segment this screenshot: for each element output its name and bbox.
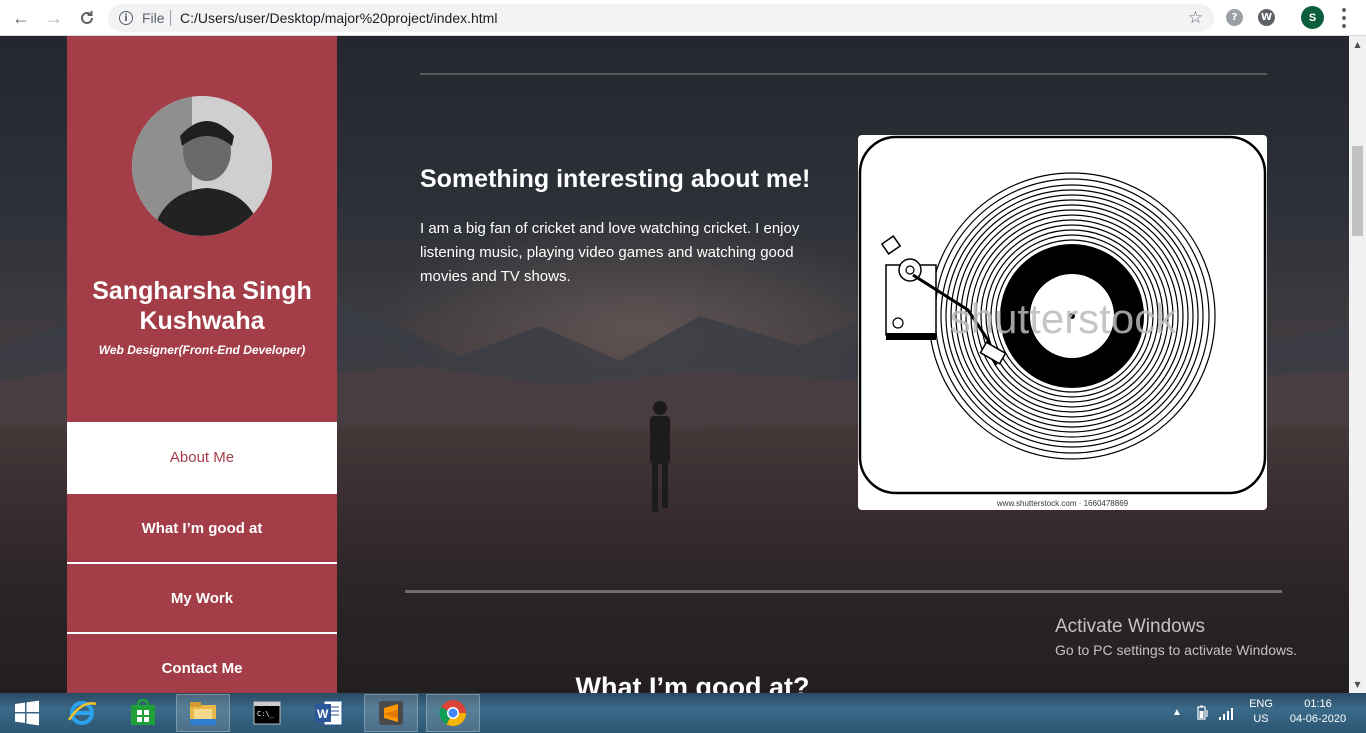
- scroll-down-arrow-icon[interactable]: ▼: [1349, 676, 1366, 693]
- language-indicator[interactable]: ENG US: [1246, 697, 1276, 727]
- profile-photo: [132, 96, 272, 236]
- extension-w-icon[interactable]: W: [1258, 9, 1275, 26]
- internet-explorer-icon[interactable]: [55, 694, 109, 732]
- windows-activation-watermark: Activate Windows Go to PC settings to ac…: [1055, 616, 1297, 658]
- section-divider-top: [420, 73, 1267, 75]
- scroll-up-arrow-icon[interactable]: ▲: [1349, 36, 1366, 53]
- background-walker: [650, 401, 670, 512]
- image-watermark: shutterstock: [950, 295, 1177, 342]
- clock-date: 04-06-2020: [1289, 713, 1347, 725]
- file-label: File: [142, 10, 165, 26]
- language-region: US: [1253, 713, 1269, 725]
- sidebar-nav: About Me What I’m good at My Work Contac…: [67, 422, 337, 693]
- image-caption: www.shutterstock.com · 1660478869: [996, 499, 1129, 508]
- extension-help-icon[interactable]: ?: [1226, 9, 1243, 26]
- power-icon[interactable]: [1195, 705, 1211, 721]
- start-icon[interactable]: [0, 694, 54, 732]
- forward-arrow-icon[interactable]: →: [43, 7, 65, 29]
- profile-role: Web Designer(Front-End Developer): [98, 343, 306, 357]
- turntable-image: shutterstock www.shutterstock.com · 1660…: [858, 135, 1267, 510]
- language-code: ENG: [1249, 698, 1273, 710]
- address-bar[interactable]: i File C:/Users/user/Desktop/major%20pro…: [108, 4, 1214, 32]
- site-info-icon[interactable]: i: [119, 11, 133, 25]
- sidebar-item-about-me[interactable]: About Me: [67, 422, 337, 494]
- svg-text:C:\_: C:\_: [257, 710, 275, 718]
- store-icon[interactable]: [116, 694, 170, 732]
- sublime-text-icon[interactable]: [364, 694, 418, 732]
- sidebar-item-what-im-good-at[interactable]: What I’m good at: [67, 494, 337, 564]
- word-icon[interactable]: W: [302, 694, 356, 732]
- section-text: I am a big fan of cricket and love watch…: [420, 220, 800, 285]
- svg-text:W: W: [317, 707, 329, 721]
- clock-time: 01:16: [1304, 698, 1332, 710]
- clock[interactable]: 01:16 04-06-2020: [1282, 697, 1354, 727]
- back-arrow-icon[interactable]: ←: [10, 7, 32, 29]
- network-icon[interactable]: [1218, 705, 1236, 721]
- sidebar: Sangharsha Singh Kushwaha Web Designer(F…: [67, 36, 337, 693]
- windows-taskbar: C:\_ W ▲ ENG US 01:16 04-06-2020: [0, 693, 1366, 733]
- profile-name: Sangharsha Singh Kushwaha: [92, 277, 312, 335]
- reload-icon[interactable]: [76, 7, 98, 29]
- chrome-icon[interactable]: [426, 694, 480, 732]
- scroll-thumb[interactable]: [1352, 146, 1363, 236]
- activate-windows-title: Activate Windows: [1055, 616, 1205, 637]
- url-text[interactable]: C:/Users/user/Desktop/major%20project/in…: [180, 10, 497, 26]
- sidebar-item-my-work[interactable]: My Work: [67, 564, 337, 634]
- tray-chevron-icon[interactable]: ▲: [1172, 705, 1182, 720]
- section-title: Something interesting about me!: [420, 165, 811, 193]
- omnibox-separator: [170, 10, 171, 26]
- page-scrollbar[interactable]: ▲ ▼: [1349, 36, 1366, 693]
- next-section-title: What I’m good at?: [575, 672, 810, 693]
- file-explorer-icon[interactable]: [176, 694, 230, 732]
- section-divider-middle: [405, 590, 1282, 593]
- command-prompt-icon[interactable]: C:\_: [240, 694, 294, 732]
- page-viewport: Sangharsha Singh Kushwaha Web Designer(F…: [0, 36, 1349, 693]
- turntable-illustration: shutterstock: [858, 135, 1267, 495]
- activate-windows-subtitle: Go to PC settings to activate Windows.: [1055, 642, 1297, 658]
- profile-avatar[interactable]: S: [1301, 6, 1324, 29]
- bookmark-star-icon[interactable]: ☆: [1188, 8, 1203, 28]
- browser-toolbar: ← → i File C:/Users/user/Desktop/major%2…: [0, 0, 1366, 36]
- browser-menu-icon[interactable]: [1341, 8, 1347, 28]
